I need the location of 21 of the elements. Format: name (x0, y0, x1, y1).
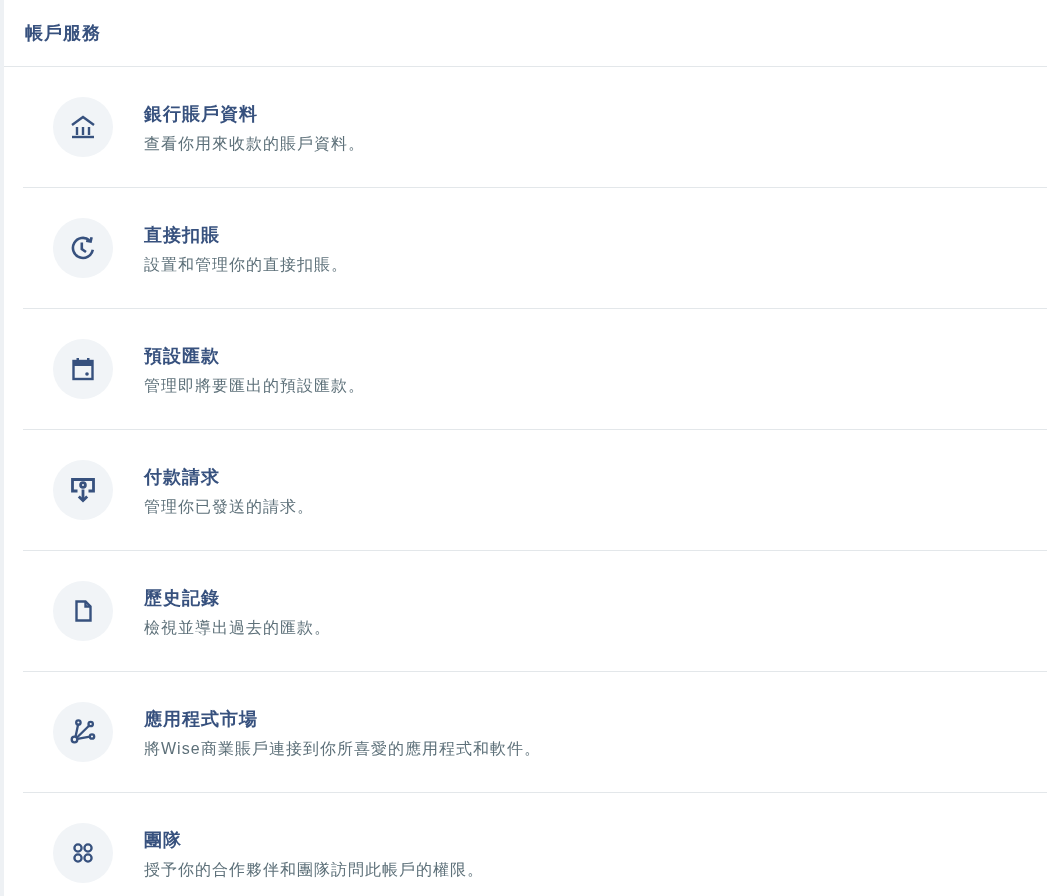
item-title[interactable]: 團隊 (144, 824, 182, 855)
bank-icon (53, 97, 113, 157)
document-icon (53, 581, 113, 641)
item-title[interactable]: 付款請求 (144, 461, 220, 492)
item-description: 檢視並導出過去的匯款。 (144, 617, 331, 638)
item-description: 將Wise商業賬戶連接到你所喜愛的應用程式和軟件。 (144, 738, 541, 759)
four-circles-icon (53, 823, 113, 883)
bill-download-icon (53, 460, 113, 520)
calendar-icon (53, 339, 113, 399)
item-description: 管理你已發送的請求。 (144, 496, 314, 517)
item-title[interactable]: 應用程式市場 (144, 703, 258, 734)
section-title: 帳戶服務 (25, 22, 101, 45)
connected-nodes-icon (53, 702, 113, 762)
item-description: 管理即將要匯出的預設匯款。 (144, 375, 365, 396)
item-title[interactable]: 銀行賬戶資料 (144, 98, 258, 129)
item-title[interactable]: 預設匯款 (144, 340, 220, 371)
item-description: 查看你用來收款的賬戶資料。 (144, 133, 365, 154)
item-description: 授予你的合作夥伴和團隊訪問此帳戶的權限。 (144, 859, 484, 880)
item-title[interactable]: 直接扣賬 (144, 219, 220, 250)
item-title[interactable]: 歷史記錄 (144, 582, 220, 613)
item-description: 設置和管理你的直接扣賬。 (144, 254, 348, 275)
